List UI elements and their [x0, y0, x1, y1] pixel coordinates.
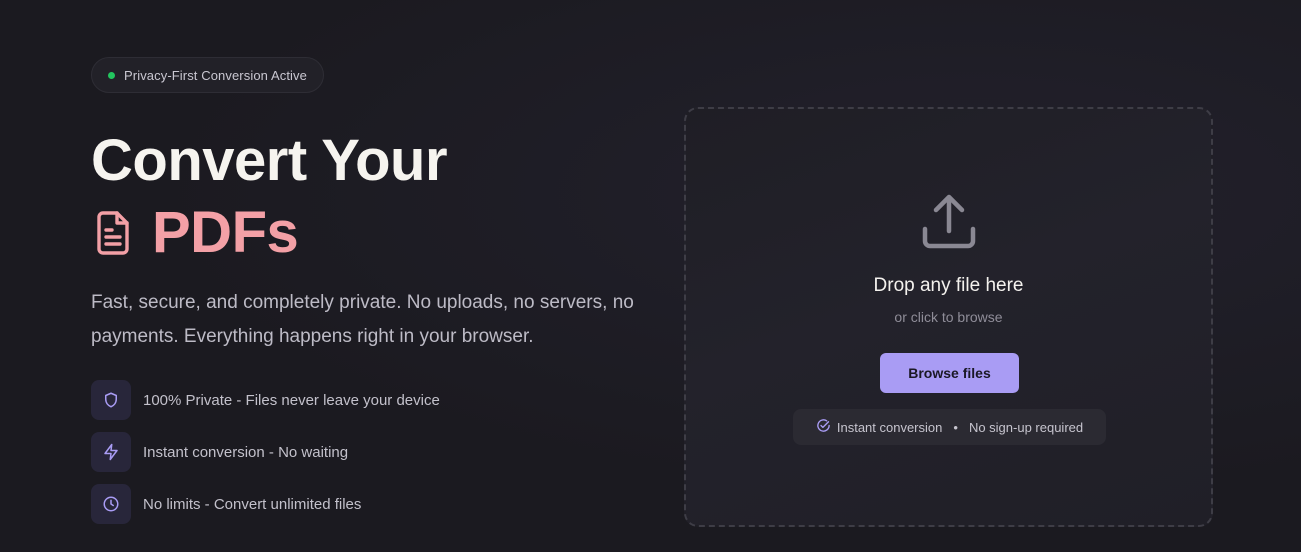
status-label: Privacy-First Conversion Active: [124, 67, 307, 83]
hero-accent-line: PDFs: [94, 200, 299, 266]
clock-icon: [91, 484, 131, 524]
hero-title: Convert Your: [91, 128, 448, 193]
hero-accent-title: PDFs: [152, 200, 299, 265]
info-badge: Instant conversion • No sign-up required: [793, 409, 1106, 445]
info-instant-conversion: Instant conversion: [836, 419, 943, 435]
feature-item: Instant conversion - No waiting: [91, 432, 440, 472]
status-dot: [108, 71, 115, 79]
upload-icon: [921, 193, 977, 256]
browse-files-button[interactable]: Browse files: [880, 353, 1019, 393]
lightning-icon: [91, 432, 131, 472]
shield-icon: [91, 380, 131, 420]
feature-item: No limits - Convert unlimited files: [91, 484, 440, 524]
dropzone-title: Drop any file here: [873, 275, 1024, 296]
info-no-signup: No sign-up required: [968, 419, 1084, 435]
feature-text: 100% Private - Files never leave your de…: [143, 391, 440, 409]
feature-text: No limits - Convert unlimited files: [143, 495, 362, 513]
dropzone-subtitle: or click to browse: [894, 309, 1003, 325]
page: Privacy-First Conversion Active Convert …: [0, 0, 1301, 552]
status-badge: Privacy-First Conversion Active: [91, 57, 324, 93]
check-circle-icon: [816, 418, 831, 436]
feature-item: 100% Private - Files never leave your de…: [91, 380, 440, 420]
feature-text: Instant conversion - No waiting: [143, 443, 349, 461]
feature-list: 100% Private - Files never leave your de…: [91, 380, 440, 536]
file-dropzone[interactable]: Drop any file here or click to browse Br…: [684, 107, 1213, 527]
info-separator: •: [953, 419, 958, 435]
document-icon: [94, 210, 132, 256]
hero-description: Fast, secure, and completely private. No…: [91, 292, 634, 347]
